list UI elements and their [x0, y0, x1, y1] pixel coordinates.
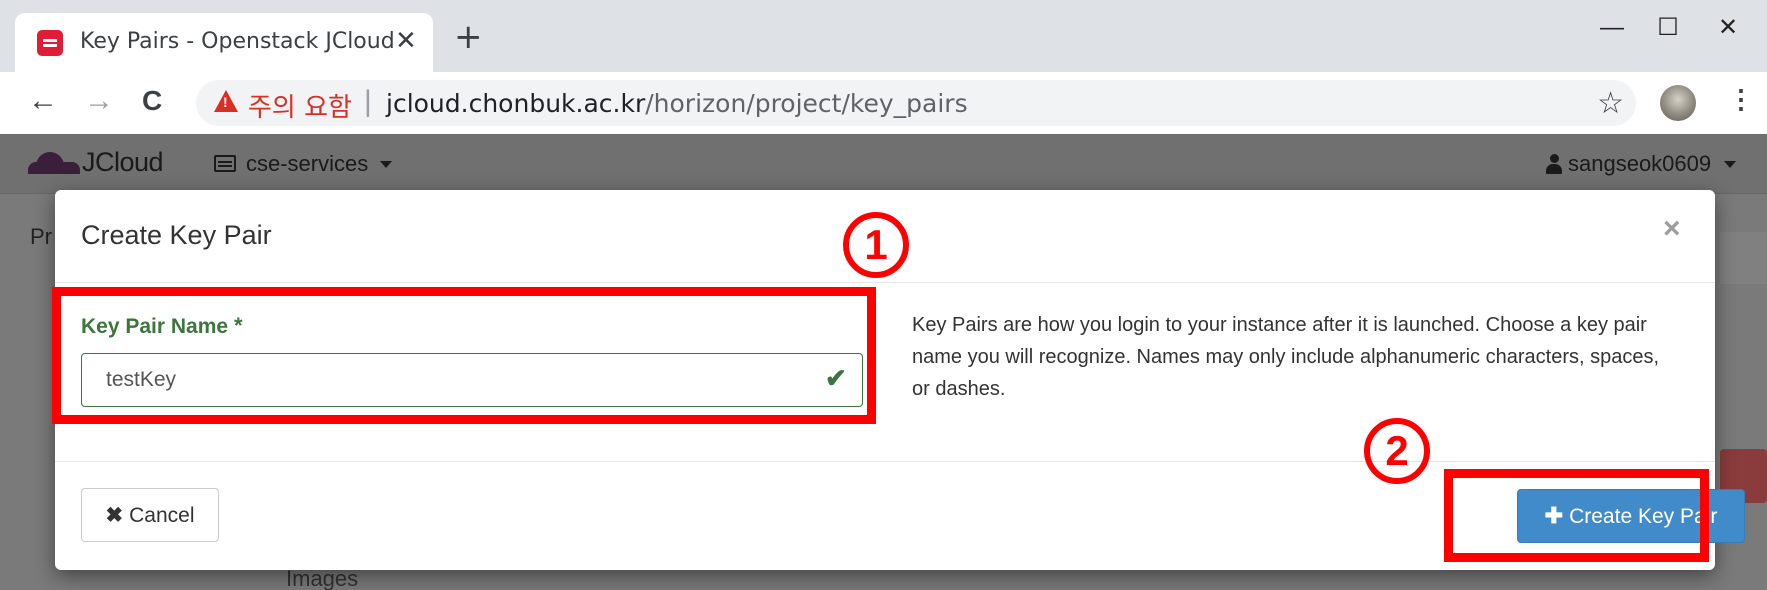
reload-icon[interactable]: C	[142, 83, 162, 119]
modal-title: Create Key Pair	[81, 220, 272, 250]
divider	[55, 282, 1715, 283]
annotation-step-1: 1	[843, 212, 909, 278]
browser-tab[interactable]: Key Pairs - Openstack JCloud ✕	[15, 13, 433, 72]
cancel-button-label: Cancel	[129, 503, 195, 527]
profile-avatar[interactable]	[1660, 85, 1696, 121]
cloud-logo-icon	[28, 152, 80, 174]
new-tab-button[interactable]: +	[454, 20, 483, 54]
close-window-icon[interactable]: ✕	[1700, 8, 1756, 48]
project-selector[interactable]: cse-services	[246, 151, 368, 177]
user-icon	[1546, 154, 1562, 174]
openstack-favicon-icon	[37, 30, 63, 56]
browser-menu-icon[interactable]: ⋮	[1728, 84, 1754, 115]
annotation-highlight-field	[52, 287, 876, 424]
tab-strip: Key Pairs - Openstack JCloud ✕ + — ☐ ✕	[0, 0, 1767, 72]
url-separator: |	[364, 85, 372, 118]
tab-title: Key Pairs - Openstack JCloud	[80, 29, 395, 54]
browser-toolbar: ← → C 주의 요함 | jcloud.chonbuk.ac.kr/horiz…	[0, 72, 1767, 134]
url-host: jcloud.chonbuk.ac.kr	[386, 89, 646, 118]
caret-down-icon[interactable]	[1724, 161, 1736, 168]
minimize-icon[interactable]: —	[1584, 8, 1640, 48]
annotation-step-2: 2	[1364, 418, 1430, 484]
back-arrow-icon[interactable]: ←	[28, 83, 58, 119]
user-menu[interactable]: sangseok0609	[1568, 151, 1711, 177]
project-list-icon	[214, 155, 236, 172]
annotation-highlight-create-button	[1444, 469, 1709, 562]
tab-close-icon[interactable]: ✕	[395, 27, 417, 53]
breadcrumb: Pr	[30, 224, 52, 249]
brand-name[interactable]: JCloud	[82, 147, 164, 178]
bookmark-star-icon[interactable]: ☆	[1597, 86, 1624, 121]
url-text[interactable]: jcloud.chonbuk.ac.kr/horizon/project/key…	[386, 89, 968, 118]
close-icon[interactable]: ×	[1663, 212, 1681, 246]
warning-icon[interactable]	[214, 90, 238, 112]
close-icon: ✖	[105, 503, 124, 527]
maximize-icon[interactable]: ☐	[1640, 8, 1696, 48]
url-path: /horizon/project/key_pairs	[645, 89, 968, 118]
caret-down-icon[interactable]	[380, 161, 392, 168]
help-text: Key Pairs are how you login to your inst…	[912, 314, 1660, 400]
app-navbar: JCloud cse-services sangseok0609	[0, 134, 1767, 194]
cancel-button[interactable]: ✖ Cancel	[81, 488, 219, 542]
security-warning-label[interactable]: 주의 요함	[248, 87, 352, 124]
divider	[55, 461, 1715, 462]
forward-arrow-icon[interactable]: →	[84, 83, 114, 119]
background-panel	[1720, 232, 1767, 284]
address-bar[interactable]: 주의 요함 | jcloud.chonbuk.ac.kr/horizon/pro…	[196, 80, 1636, 126]
